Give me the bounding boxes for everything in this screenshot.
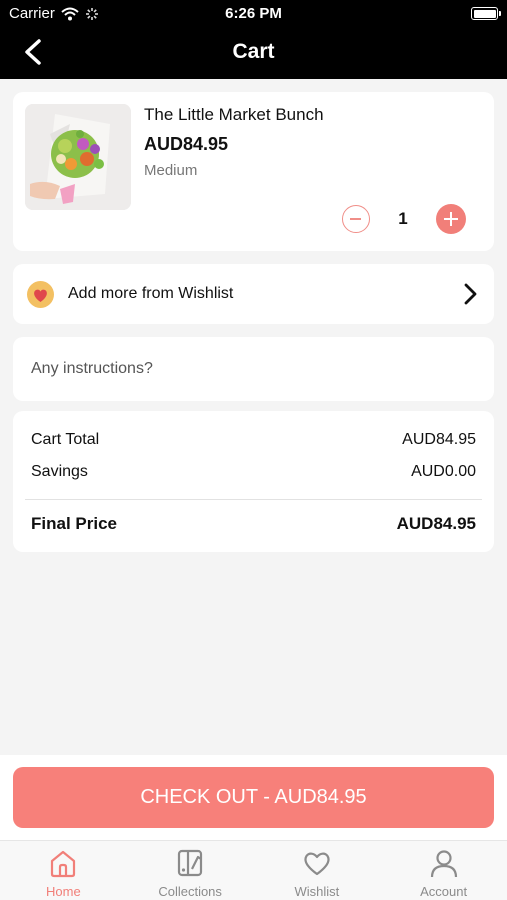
- tab-home-label: Home: [46, 884, 81, 899]
- totals-divider: [25, 499, 482, 500]
- tab-collections-label: Collections: [158, 884, 222, 899]
- home-icon: [51, 850, 76, 878]
- flower-bouquet-image: [25, 104, 131, 210]
- heart-icon: [304, 852, 330, 876]
- tab-wishlist[interactable]: Wishlist: [254, 841, 381, 900]
- quantity-value: 1: [398, 209, 408, 228]
- cart-total-value: AUD84.95: [402, 431, 476, 448]
- product-price: AUD84.95: [144, 134, 229, 154]
- user-icon: [430, 850, 457, 878]
- final-price-label: Final Price: [31, 514, 117, 533]
- instructions-input[interactable]: [31, 337, 481, 401]
- cart-total-row: Cart Total AUD84.95: [31, 431, 476, 449]
- battery-icon: [471, 7, 501, 20]
- savings-value: AUD0.00: [411, 463, 476, 480]
- tab-account-label: Account: [420, 884, 468, 899]
- tab-wishlist-label: Wishlist: [294, 884, 340, 899]
- final-price-value: AUD84.95: [396, 514, 476, 533]
- tab-collections[interactable]: Collections: [127, 841, 254, 900]
- collections-icon: [178, 849, 203, 877]
- page-title: Cart: [232, 40, 275, 63]
- decrease-quantity-button[interactable]: [342, 205, 370, 233]
- instructions-card: [13, 337, 494, 401]
- chevron-right-icon: [464, 283, 477, 305]
- status-bar: Carrier 6:26 PM: [0, 0, 507, 28]
- cart-item-card: The Little Market Bunch AUD84.95 Medium …: [13, 92, 494, 251]
- savings-row: Savings AUD0.00: [31, 463, 476, 481]
- add-from-wishlist-row[interactable]: Add more from Wishlist: [13, 264, 494, 324]
- wishlist-row-label: Add more from Wishlist: [68, 285, 234, 302]
- heart-icon: [27, 281, 54, 308]
- final-price-row: Final Price AUD84.95: [31, 514, 476, 534]
- increase-quantity-button[interactable]: [436, 204, 466, 234]
- tab-home[interactable]: Home: [0, 841, 127, 900]
- product-name[interactable]: The Little Market Bunch: [144, 105, 324, 125]
- checkout-button[interactable]: CHECK OUT - AUD84.95: [13, 767, 494, 828]
- cart-total-label: Cart Total: [31, 431, 100, 448]
- header: Carrier 6:26 PM Cart: [0, 0, 507, 79]
- status-time: 6:26 PM: [225, 5, 282, 22]
- order-totals-card: Cart Total AUD84.95 Savings AUD0.00 Fina…: [13, 411, 494, 552]
- tab-account[interactable]: Account: [380, 841, 507, 900]
- product-thumbnail[interactable]: [25, 104, 131, 210]
- product-variant: Medium: [144, 162, 198, 179]
- tab-bar: Home Collections Wishlist Account: [0, 840, 507, 900]
- savings-label: Savings: [31, 463, 88, 480]
